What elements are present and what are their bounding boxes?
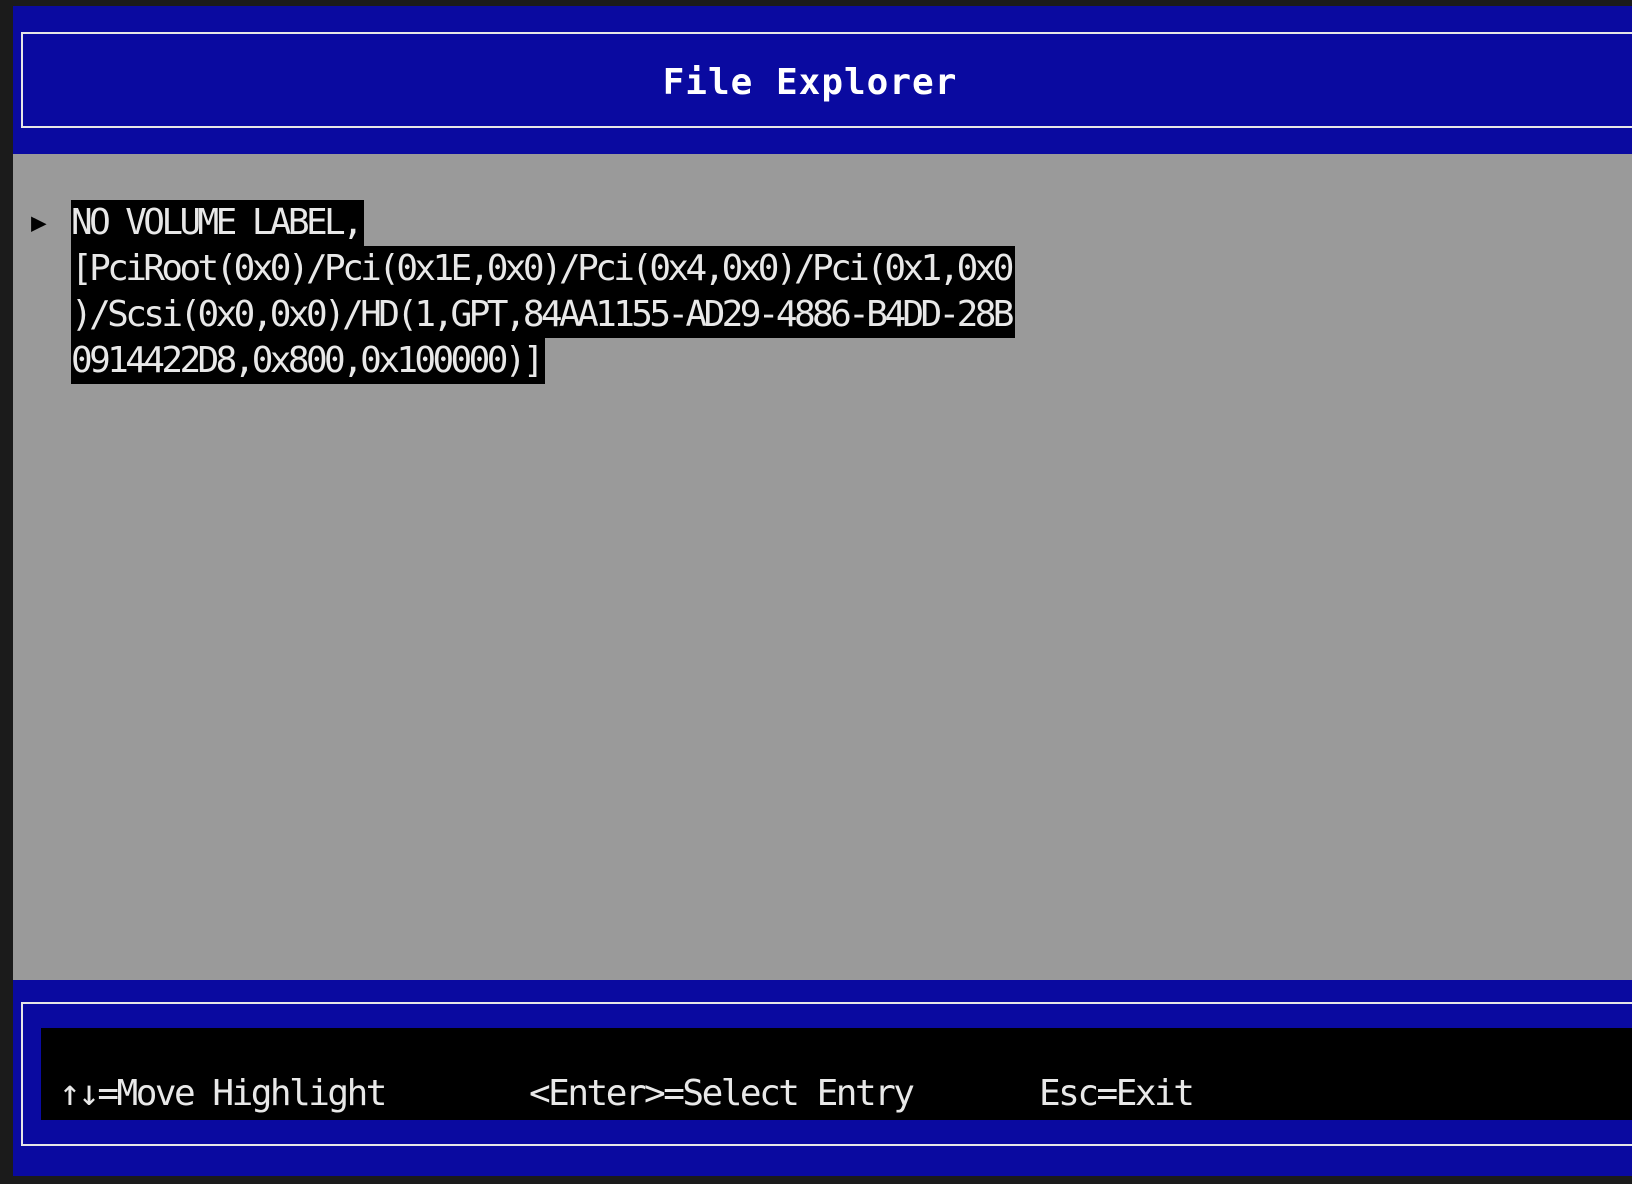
- header-frame: File Explorer: [21, 32, 1632, 128]
- entry-line-3: )/Scsi(0x0,0x0)/HD(1,GPT,84AA1155-AD29-4…: [71, 292, 1015, 338]
- footer-bar: ↑↓=Move Highlight <Enter>=Select Entry E…: [13, 980, 1632, 1176]
- header-bar: File Explorer: [13, 6, 1632, 154]
- entry-line-4: 0914422D8,0x800,0x100000)]: [71, 338, 545, 384]
- help-select-entry: <Enter>=Select Entry: [529, 1073, 915, 1114]
- footer-frame: ↑↓=Move Highlight <Enter>=Select Entry E…: [21, 1002, 1632, 1146]
- file-list: ▶ NO VOLUME LABEL, [PciRoot(0x0)/Pci(0x1…: [13, 154, 1632, 980]
- help-exit: Esc=Exit: [1039, 1073, 1195, 1114]
- help-move-highlight: ↑↓=Move Highlight: [59, 1073, 387, 1114]
- bios-screen: File Explorer ▶ NO VOLUME LABEL, [PciRoo…: [13, 6, 1632, 1176]
- page-title: File Explorer: [662, 62, 958, 103]
- help-bar: ↑↓=Move Highlight <Enter>=Select Entry E…: [41, 1028, 1632, 1120]
- entry-line-2: [PciRoot(0x0)/Pci(0x1E,0x0)/Pci(0x4,0x0)…: [71, 246, 1015, 292]
- selection-arrow-icon: ▶: [31, 208, 47, 238]
- entry-line-1: NO VOLUME LABEL,: [71, 200, 365, 246]
